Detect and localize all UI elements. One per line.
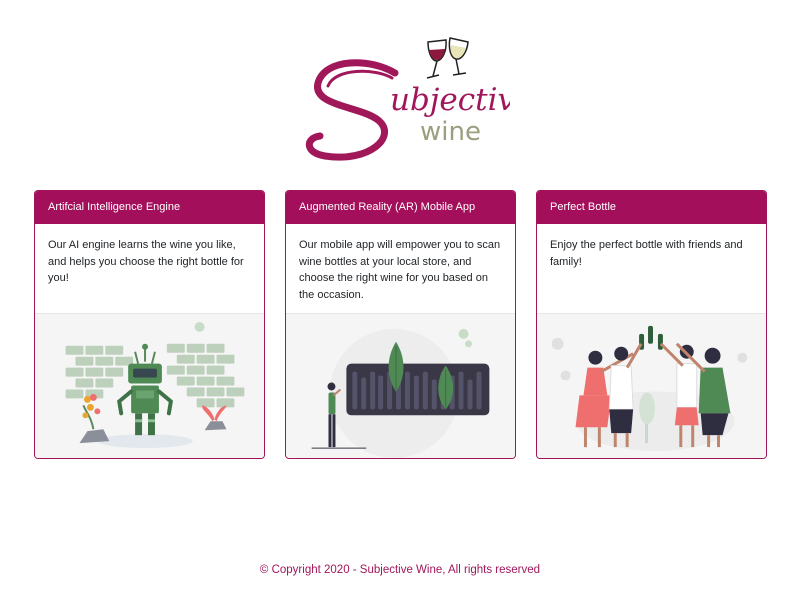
card-text: Our mobile app will empower you to scan … xyxy=(299,239,501,301)
logo-text-subjective: ubjective xyxy=(390,82,510,118)
feature-cards: Artifcial Intelligence Engine Our AI eng… xyxy=(34,190,767,460)
brand-logo[interactable]: ubjective wine xyxy=(300,28,510,168)
card-title: Augmented Reality (AR) Mobile App xyxy=(286,191,515,224)
card-title: Artifcial Intelligence Engine xyxy=(35,191,264,224)
friends-toasting-illustration xyxy=(537,313,766,458)
card-ar-app: Augmented Reality (AR) Mobile App Our mo… xyxy=(285,190,516,459)
robot-illustration xyxy=(35,313,264,458)
card-ai-engine: Artifcial Intelligence Engine Our AI eng… xyxy=(34,190,265,459)
logo-text-wine: wine xyxy=(420,117,481,147)
card-title: Perfect Bottle xyxy=(537,191,766,224)
card-text: Enjoy the perfect bottle with friends an… xyxy=(550,239,743,268)
ar-scanner-illustration xyxy=(286,313,515,458)
footer-copyright: © Copyright 2020 - Subjective Wine, All … xyxy=(259,564,541,576)
wine-glasses-icon xyxy=(426,37,469,79)
card-perfect-bottle: Perfect Bottle Enjoy the perfect bottle … xyxy=(536,190,767,459)
subjective-wine-logo: ubjective wine xyxy=(305,37,510,161)
card-text: Our AI engine learns the wine you like, … xyxy=(48,239,244,284)
